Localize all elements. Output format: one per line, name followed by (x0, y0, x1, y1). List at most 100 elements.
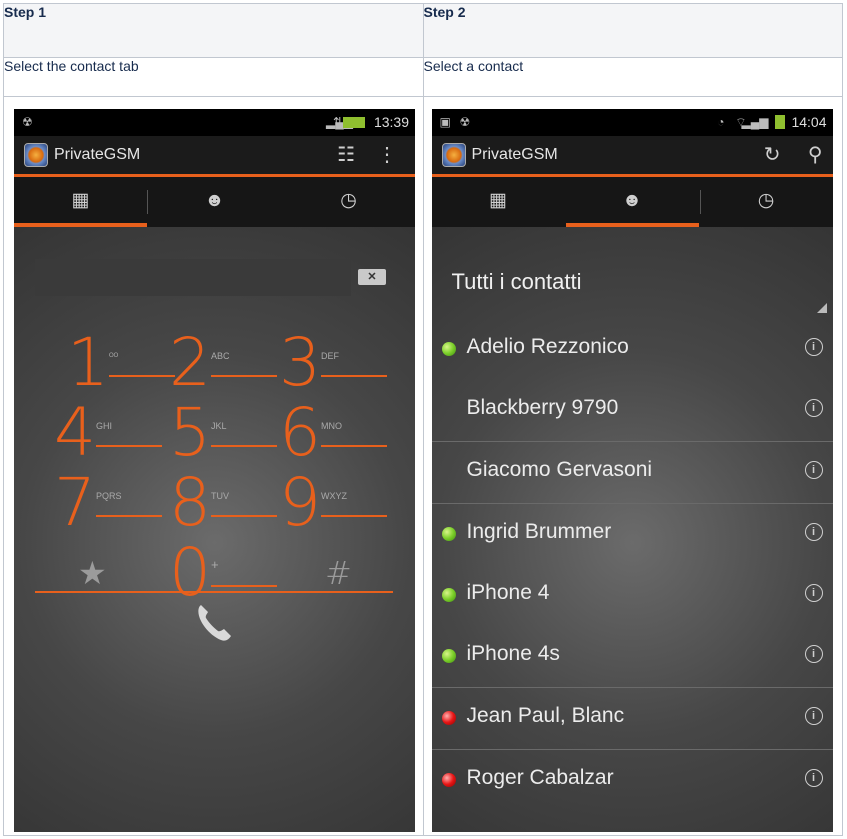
status-time: 13:39 (373, 114, 409, 130)
app-logo-icon (441, 143, 466, 167)
key-underline (211, 445, 277, 447)
contact-name: Roger Cabalzar (466, 766, 614, 789)
key-digit: 6 (279, 394, 321, 471)
step1-description: Select the contact tab (3, 57, 424, 97)
info-icon[interactable]: i (804, 338, 823, 356)
contact-name: Jean Paul, Blanc (466, 704, 625, 727)
keypad-icon: ▦ (71, 190, 90, 211)
contact-row[interactable]: Adelio Rezzonico i (432, 319, 833, 380)
tab-history[interactable]: ◷ (282, 177, 415, 227)
step2-description: Select a contact (422, 57, 843, 97)
key-letters: TUV (211, 491, 229, 501)
key-digit: 9 (279, 464, 321, 541)
key-letters: DEF (321, 351, 339, 361)
key-letters: JKL (211, 421, 227, 431)
battery-icon (343, 117, 365, 128)
contact-row[interactable]: Giacomo Gervasoni i (431, 442, 833, 504)
info-icon[interactable]: i (804, 523, 823, 541)
key-digit: 5 (169, 394, 211, 471)
tab-keypad[interactable]: ▦ (14, 177, 147, 227)
tab-bar: ▦ ☻ ◷ (431, 177, 833, 227)
offline-status-dot (441, 773, 456, 787)
offline-status-dot (441, 711, 456, 725)
key-digit: # (325, 554, 352, 592)
step1-screenshot-cell: ☢ ⇅ ▂▄▆ 13:39 PrivateGSM ☷ ⋮ ▦ ☻ ◷ ✕ 1 ᴼ… (3, 96, 424, 836)
online-status-dot (441, 342, 456, 356)
contact-name: Giacomo Gervasoni (466, 458, 653, 481)
contact-row[interactable]: iPhone 4s i (431, 626, 833, 688)
app-notification-icon: ☢ (459, 115, 471, 129)
key-9[interactable]: 9 WXYZ (279, 469, 389, 537)
keypad-icon: ▦ (489, 190, 507, 211)
key-2[interactable]: 2 ABC (169, 329, 279, 397)
dropdown-corner-icon (816, 303, 827, 313)
battery-icon (774, 115, 785, 129)
refresh-icon[interactable]: ↻ (764, 142, 781, 167)
key-1[interactable]: 1 ᴼᴼ (67, 329, 177, 397)
contact-row[interactable]: Blackberry 9790 i (431, 380, 833, 442)
tab-contacts[interactable]: ☻ (565, 177, 699, 227)
app-bar: PrivateGSM ↻ ⚲ (431, 136, 833, 177)
key-4[interactable]: 4 GHI (54, 399, 164, 467)
key-letters: WXYZ (321, 491, 347, 501)
key-underline (211, 515, 277, 517)
notification-icon: ☢ (22, 115, 33, 129)
contact-icon: ☻ (204, 190, 225, 211)
info-icon[interactable]: i (804, 584, 823, 602)
tab-bar: ▦ ☻ ◷ (14, 177, 415, 227)
contact-name: Blackberry 9790 (466, 396, 619, 419)
key-underline (321, 515, 387, 517)
step1-header: Step 1 (3, 3, 424, 58)
key-underline (321, 375, 387, 377)
contact-row[interactable]: iPhone 4 i (432, 565, 833, 626)
key-hash[interactable]: # (301, 539, 411, 607)
number-field[interactable] (35, 259, 351, 296)
online-status-dot (441, 527, 456, 541)
key-digit: 4 (54, 394, 96, 471)
online-status-dot (441, 649, 456, 663)
settings-sliders-icon[interactable]: ☷ (337, 142, 355, 167)
status-bar: ▣ ☢ ◔ ⌔ ▂▄▆ 14:04 (431, 109, 833, 136)
key-underline (96, 445, 162, 447)
info-icon[interactable]: i (804, 645, 823, 663)
key-underline (211, 375, 277, 377)
backspace-icon[interactable]: ✕ (358, 269, 386, 285)
key-6[interactable]: 6 MNO (279, 399, 389, 467)
status-time: 14:04 (791, 114, 827, 130)
key-letters: GHI (96, 421, 113, 431)
section-title: Tutti i contatti (451, 269, 582, 294)
info-icon[interactable]: i (804, 461, 823, 479)
info-icon[interactable]: i (804, 707, 823, 725)
key-star[interactable]: ★ (54, 539, 164, 607)
contact-icon: ☻ (622, 190, 642, 211)
app-bar: PrivateGSM ☷ ⋮ (14, 136, 415, 177)
voicemail-icon: ᴼᴼ (109, 351, 119, 361)
key-underline (109, 375, 175, 377)
key-5[interactable]: 5 JKL (169, 399, 279, 467)
key-letters: MNO (321, 421, 342, 431)
clock-icon: ◷ (340, 190, 357, 211)
key-8[interactable]: 8 TUV (169, 469, 279, 537)
info-icon[interactable]: i (804, 399, 823, 417)
tab-keypad[interactable]: ▦ (432, 177, 565, 227)
tab-contacts[interactable]: ☻ (148, 177, 281, 227)
contact-row[interactable]: Roger Cabalzar i (432, 750, 833, 811)
tab-history[interactable]: ◷ (700, 177, 833, 227)
key-7[interactable]: 7 PQRS (54, 469, 164, 537)
app-logo-icon (24, 143, 48, 167)
call-button-icon[interactable] (189, 597, 239, 647)
info-icon[interactable]: i (804, 769, 823, 787)
overflow-menu-icon[interactable]: ⋮ (377, 142, 397, 167)
status-bar: ☢ ⇅ ▂▄▆ 13:39 (14, 109, 415, 136)
signal-icon: ▂▄▆ (741, 115, 769, 129)
key-3[interactable]: 3 DEF (279, 329, 389, 397)
app-title: PrivateGSM (471, 146, 558, 163)
steps-table: Step 1 Step 2 Select the contact tab Sel… (3, 3, 843, 836)
screenshot-notification-icon: ▣ (439, 115, 451, 129)
key-letters: + (211, 557, 219, 572)
contact-row[interactable]: Jean Paul, Blanc i (431, 688, 833, 750)
key-digit: 2 (169, 324, 211, 401)
key-letters: ABC (211, 351, 230, 361)
search-icon[interactable]: ⚲ (808, 142, 823, 167)
contact-row[interactable]: Ingrid Brummer i (432, 504, 833, 565)
